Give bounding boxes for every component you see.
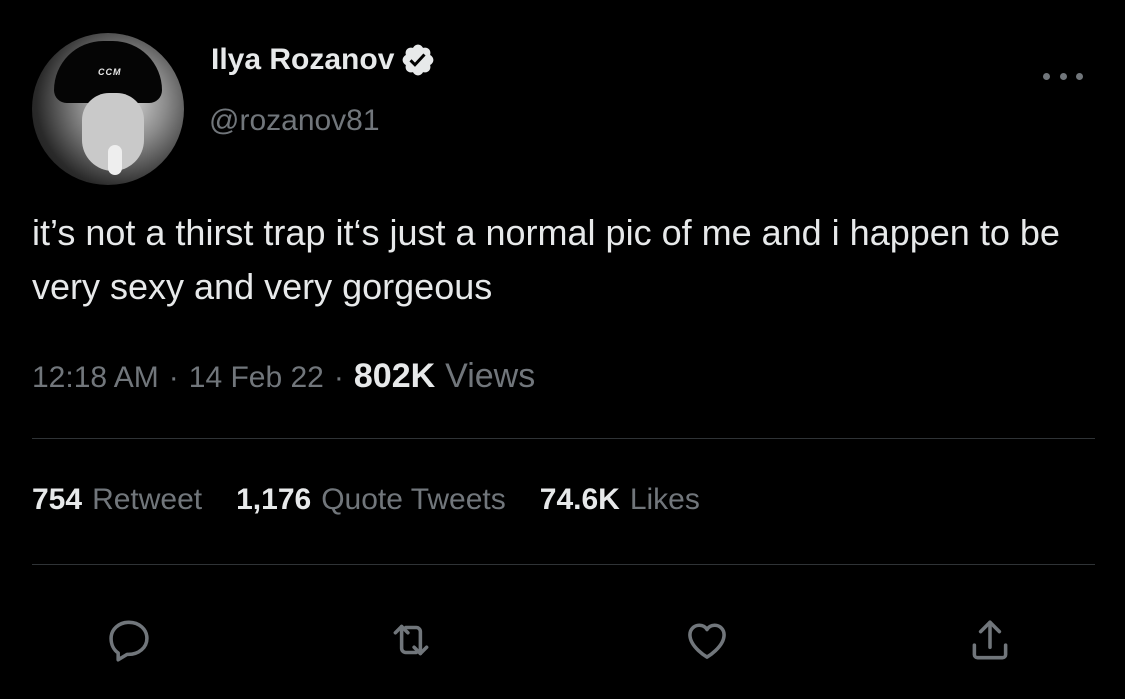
quote-tweets-label: Quote Tweets [321,483,506,516]
tweet-stats: 754 Retweet 1,176 Quote Tweets 74.6K Lik… [32,483,734,517]
like-icon[interactable] [681,614,733,666]
retweet-label: Retweet [92,483,203,516]
more-dot [1076,72,1083,80]
tweet-detail: CCM Ilya Rozanov @rozanov81 it’s not a t… [0,0,1125,699]
display-name[interactable]: Ilya Rozanov [211,43,394,77]
views-count: 802K [353,357,436,395]
likes-label: Likes [629,483,700,516]
quote-tweets-stat[interactable]: 1,176 Quote Tweets [236,483,506,517]
likes-stat[interactable]: 74.6K Likes [540,483,700,517]
tweet-time[interactable]: 12:18 AM [32,361,159,395]
avatar-tongue [108,145,122,175]
more-options-icon[interactable] [1043,66,1083,86]
verified-badge-icon [400,42,436,78]
avatar[interactable]: CCM [32,33,184,185]
meta-separator: · [168,361,179,394]
retweet-icon[interactable] [385,614,437,666]
more-dot [1059,72,1067,80]
reply-icon[interactable] [103,614,155,666]
retweet-stat[interactable]: 754 Retweet [32,483,202,517]
quote-tweets-count: 1,176 [236,483,312,516]
author-handle[interactable]: @rozanov81 [209,104,380,138]
tweet-meta: 12:18 AM · 14 Feb 22 · 802K Views [32,357,535,396]
tweet-actions [0,600,1125,670]
tweet-text: it’s not a thirst trap it‘s just a norma… [32,212,1060,307]
meta-separator: · [333,361,344,394]
share-icon[interactable] [964,614,1016,666]
avatar-helmet-logo: CCM [98,67,122,77]
divider [32,438,1095,439]
divider [32,564,1095,565]
retweet-count: 754 [32,483,83,516]
views-label: Views [445,357,536,395]
more-dot [1043,72,1050,80]
tweet-date[interactable]: 14 Feb 22 [189,361,324,395]
likes-count: 74.6K [539,483,620,516]
author-name-row: Ilya Rozanov [211,42,436,78]
